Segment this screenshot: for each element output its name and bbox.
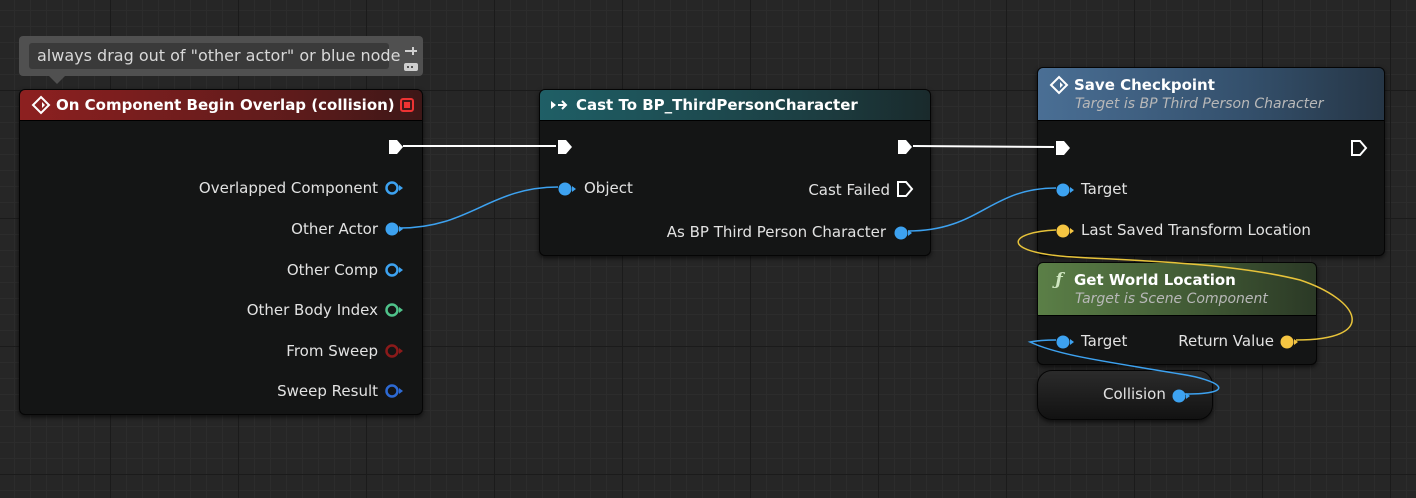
cast-exec-out-pin[interactable] — [896, 138, 914, 160]
event-diamond-icon — [30, 95, 52, 115]
collision-variable-label: Collision — [1103, 385, 1166, 403]
get-world-location-node[interactable]: ƒ Get World Location Target is Scene Com… — [1037, 262, 1317, 365]
wire-other-actor-to-object — [399, 186, 559, 229]
overlapped-component-pin[interactable] — [384, 180, 404, 199]
getloc-node-subtitle: Target is Scene Component — [1075, 291, 1268, 307]
pin-label-sweep-result: Sweep Result — [277, 382, 378, 400]
collision-variable-node[interactable]: Collision — [1037, 370, 1213, 420]
save-node-subtitle: Target is BP Third Person Character — [1075, 96, 1324, 112]
pin-label-cast-failed: Cast Failed — [808, 181, 890, 199]
exec-wire-cast-to-save — [912, 145, 1055, 148]
save-checkpoint-node[interactable]: Save Checkpoint Target is BP Third Perso… — [1037, 67, 1385, 256]
other-comp-pin[interactable] — [384, 262, 404, 281]
pin-label-as-character: As BP Third Person Character — [666, 223, 886, 241]
return-value-pin[interactable] — [1279, 334, 1299, 353]
pin-label-from-sweep: From Sweep — [286, 342, 378, 360]
object-pin[interactable] — [557, 181, 577, 200]
function-diamond-icon — [1048, 75, 1070, 95]
event-node-begin-overlap[interactable]: On Component Begin Overlap (collision) O… — [19, 89, 423, 415]
pin-label-object: Object — [584, 179, 633, 197]
save-exec-out-pin[interactable] — [1350, 139, 1368, 161]
pin-label-return-value: Return Value — [1178, 332, 1274, 350]
comment-tail — [49, 76, 65, 84]
function-f-icon: ƒ — [1055, 270, 1063, 290]
cast-exec-in-pin[interactable] — [556, 138, 574, 160]
collision-output-pin[interactable] — [1171, 388, 1191, 407]
cast-node-title: Cast To BP_ThirdPersonCharacter — [576, 96, 858, 114]
cast-failed-exec-pin[interactable] — [896, 180, 914, 202]
getloc-node-header[interactable]: ƒ Get World Location Target is Scene Com… — [1038, 263, 1316, 316]
pin-label-getloc-target: Target — [1081, 332, 1128, 350]
other-body-index-pin[interactable] — [384, 302, 404, 321]
event-node-header[interactable]: On Component Begin Overlap (collision) — [20, 90, 422, 121]
getloc-target-pin[interactable] — [1055, 334, 1075, 353]
as-character-pin[interactable] — [893, 225, 913, 244]
other-actor-pin[interactable] — [384, 221, 404, 240]
delegate-square-icon[interactable] — [400, 98, 414, 112]
pin-label-last-saved-location: Last Saved Transform Location — [1081, 221, 1311, 239]
pin-icon[interactable] — [403, 42, 419, 55]
comment-bubble[interactable]: always drag out of "other actor" or blue… — [19, 36, 423, 84]
pin-label-overlapped-component: Overlapped Component — [198, 179, 378, 197]
getloc-node-title: Get World Location — [1074, 271, 1236, 289]
cast-arrow-icon — [550, 96, 572, 114]
cast-node[interactable]: Cast To BP_ThirdPersonCharacter Object C… — [539, 89, 931, 256]
pin-label-other-comp: Other Comp — [286, 261, 378, 279]
pin-label-other-body-index: Other Body Index — [246, 301, 378, 319]
from-sweep-pin[interactable] — [384, 343, 404, 362]
save-exec-in-pin[interactable] — [1054, 139, 1072, 161]
event-exec-out-pin[interactable] — [387, 138, 405, 160]
comment-bubble-toggle-icon[interactable] — [403, 58, 419, 71]
pin-label-other-actor: Other Actor — [291, 220, 378, 238]
comment-text[interactable]: always drag out of "other actor" or blue… — [29, 43, 400, 69]
sweep-result-pin[interactable] — [384, 383, 404, 402]
event-node-title: On Component Begin Overlap (collision) — [56, 96, 395, 114]
save-node-title: Save Checkpoint — [1074, 76, 1215, 94]
cast-node-header[interactable]: Cast To BP_ThirdPersonCharacter — [540, 90, 930, 121]
pin-label-save-target: Target — [1081, 180, 1128, 198]
save-target-pin[interactable] — [1055, 182, 1075, 201]
save-node-header[interactable]: Save Checkpoint Target is BP Third Perso… — [1038, 68, 1384, 121]
last-saved-location-pin[interactable] — [1055, 223, 1075, 242]
